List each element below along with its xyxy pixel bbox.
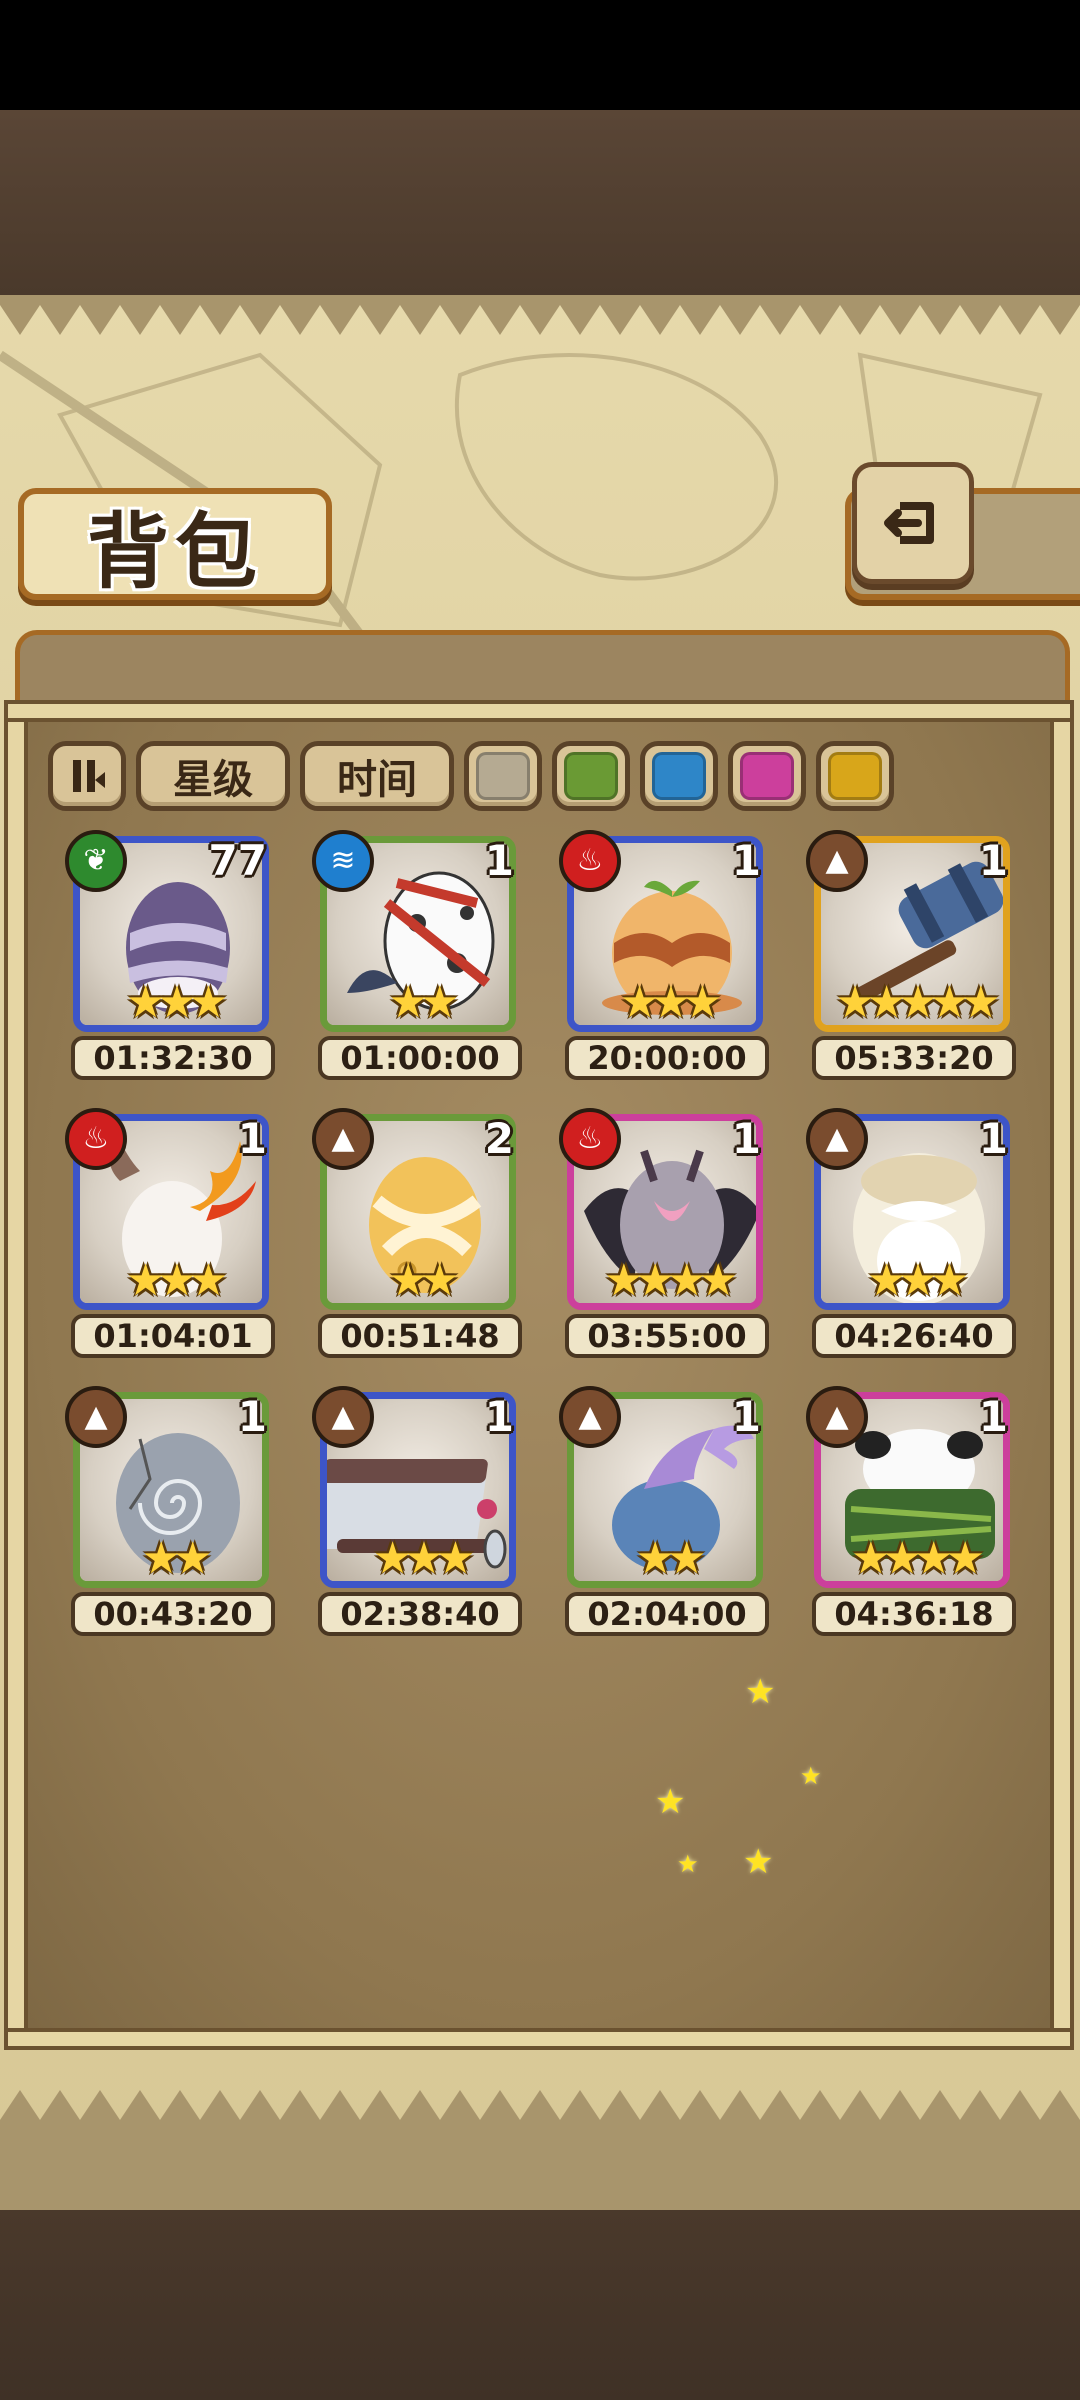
star-rating: ★★★★ [604, 1255, 738, 1306]
inventory-item[interactable]: ▲ 1 ★★★ 04:26:40 [806, 1108, 1022, 1358]
sparkle-icon: ★ [745, 1672, 776, 1712]
inventory-item[interactable]: ▲ 1 ★★★★★ 05:33:20 [806, 830, 1022, 1080]
zigzag-border-bottom [0, 2090, 1080, 2130]
color-filter-gray[interactable] [464, 741, 542, 811]
item-count: 1 [978, 1114, 1008, 1163]
sparkle-icon: ★ [800, 1762, 822, 1790]
item-count: 1 [731, 1392, 761, 1441]
item-count: 1 [484, 1392, 514, 1441]
item-count: 1 [731, 1114, 761, 1163]
star-rating: ★★★★★ [835, 977, 1000, 1028]
item-count: 1 [484, 836, 514, 885]
item-count: 77 [208, 836, 267, 885]
color-filter-blue[interactable] [640, 741, 718, 811]
item-timer: 01:32:30 [71, 1036, 275, 1080]
earth-element-icon: ▲ [559, 1386, 621, 1448]
item-timer: 01:00:00 [318, 1036, 522, 1080]
earth-element-icon: ▲ [806, 830, 868, 892]
item-timer: 00:43:20 [71, 1592, 275, 1636]
item-count: 1 [237, 1114, 267, 1163]
earth-element-icon: ▲ [312, 1386, 374, 1448]
item-timer: 04:26:40 [812, 1314, 1016, 1358]
sparkle-icon: ★ [677, 1850, 699, 1878]
star-rating: ★★ [141, 1533, 213, 1584]
inventory-item[interactable]: ≋ 1 ★★ 01:00:00 [312, 830, 528, 1080]
title-plate: 背包 [18, 488, 332, 600]
item-timer: 05:33:20 [812, 1036, 1016, 1080]
star-rating: ★★★ [866, 1255, 969, 1306]
filter-time-button[interactable]: 时间 [300, 741, 454, 811]
inventory-item[interactable]: ▲ 1 ★★ 00:43:20 [65, 1386, 281, 1636]
wood-background-top [0, 110, 1080, 295]
star-rating: ★★★ [619, 977, 722, 1028]
wood-background-bottom [0, 2210, 1080, 2400]
earth-element-icon: ▲ [806, 1108, 868, 1170]
inventory-item[interactable]: ♨ 1 ★★★ 20:00:00 [559, 830, 775, 1080]
panel-header-strip [15, 630, 1070, 705]
earth-element-icon: ▲ [806, 1386, 868, 1448]
item-timer: 20:00:00 [565, 1036, 769, 1080]
inventory-item[interactable]: ♨ 1 ★★★ 01:04:01 [65, 1108, 281, 1358]
star-rating: ★★ [388, 977, 460, 1028]
color-filter-green[interactable] [552, 741, 630, 811]
star-rating: ★★ [635, 1533, 707, 1584]
back-arrow-icon [884, 502, 934, 544]
sparkle-icon: ★ [655, 1782, 686, 1822]
item-timer: 02:38:40 [318, 1592, 522, 1636]
sort-toggle-button[interactable] [48, 741, 126, 811]
color-filter-yellow[interactable] [816, 741, 894, 811]
item-count: 1 [978, 836, 1008, 885]
star-rating: ★★★ [372, 1533, 475, 1584]
fire-element-icon: ♨ [65, 1108, 127, 1170]
item-count: 2 [484, 1114, 514, 1163]
filter-star-button[interactable]: 星级 [136, 741, 290, 811]
sort-toggle-icon [73, 760, 105, 792]
item-timer: 03:55:00 [565, 1314, 769, 1358]
back-button[interactable] [852, 462, 974, 584]
inventory-item[interactable]: ▲ 1 ★★ 02:04:00 [559, 1386, 775, 1636]
sparkle-icon: ★ [743, 1842, 774, 1882]
inventory-item[interactable]: ▲ 1 ★★★★ 04:36:18 [806, 1386, 1022, 1636]
item-count: 1 [237, 1392, 267, 1441]
grass-element-icon: ❦ [65, 830, 127, 892]
inventory-item[interactable]: ▲ 1 ★★★ 02:38:40 [312, 1386, 528, 1636]
item-timer: 00:51:48 [318, 1314, 522, 1358]
fire-element-icon: ♨ [559, 830, 621, 892]
item-timer: 04:36:18 [812, 1592, 1016, 1636]
color-filter-pink[interactable] [728, 741, 806, 811]
star-rating: ★★ [388, 1255, 460, 1306]
star-rating: ★★★★ [851, 1533, 985, 1584]
status-bar [0, 0, 1080, 110]
item-timer: 02:04:00 [565, 1592, 769, 1636]
star-rating: ★★★ [125, 977, 228, 1028]
item-timer: 01:04:01 [71, 1314, 275, 1358]
filter-bar: 星级 时间 [48, 738, 894, 814]
inventory-item[interactable]: ❦ 77 ★★★ 01:32:30 [65, 830, 281, 1080]
item-count: 1 [978, 1392, 1008, 1441]
water-element-icon: ≋ [312, 830, 374, 892]
inventory-item[interactable]: ♨ 1 ★★★★ 03:55:00 [559, 1108, 775, 1358]
earth-element-icon: ▲ [312, 1108, 374, 1170]
item-count: 1 [731, 836, 761, 885]
inventory-item[interactable]: ▲ 2 ★★ 00:51:48 [312, 1108, 528, 1358]
earth-element-icon: ▲ [65, 1386, 127, 1448]
fire-element-icon: ♨ [559, 1108, 621, 1170]
star-rating: ★★★ [125, 1255, 228, 1306]
page-title: 背包 [86, 504, 263, 600]
